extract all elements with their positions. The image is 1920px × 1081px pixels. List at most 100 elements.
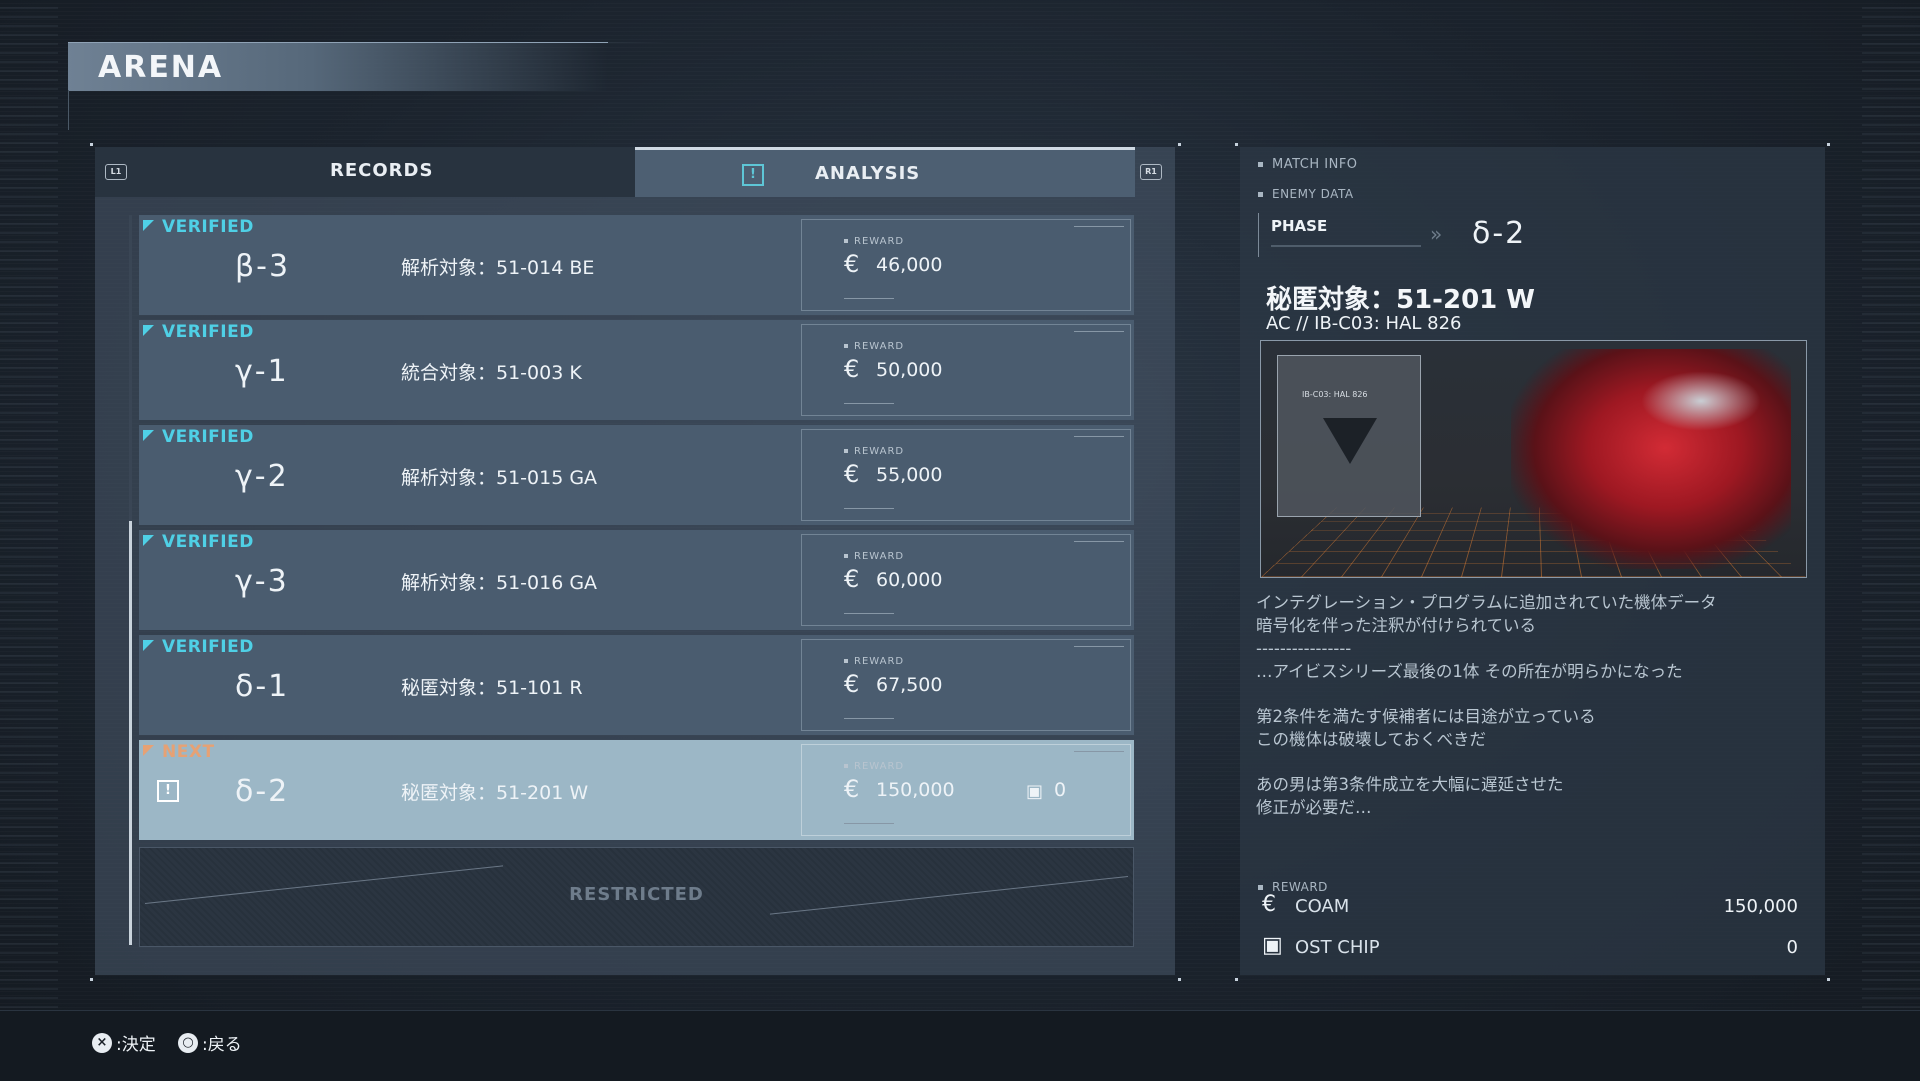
reward-amount: 46,000 — [876, 254, 943, 276]
reward-underline — [844, 403, 894, 404]
mission-code: γ-1 — [235, 354, 289, 389]
description-line: 暗号化を伴った注釈が付けられている — [1256, 616, 1537, 635]
reward-label: REWARD — [844, 761, 904, 772]
reward-box: REWARD € 67,500 — [801, 639, 1131, 731]
enemy-data-label: ENEMY DATA — [1258, 187, 1354, 201]
status-triangle-icon — [143, 535, 154, 546]
enemy-subtitle: AC // IB-C03: HAL 826 — [1266, 313, 1462, 334]
description-line: この機体は破壊しておくべきだ — [1256, 730, 1487, 749]
enemy-name: 秘匿対象：51-201 W — [1266, 285, 1535, 315]
reward-name: COAM — [1295, 896, 1350, 917]
enemy-description: インテグレーション・プログラムに追加されていた機体データ 暗号化を伴った注釈が付… — [1256, 591, 1816, 819]
back-label: :戻る — [202, 1035, 242, 1055]
status-badge: VERIFIED — [143, 427, 254, 447]
circle-button-icon: ○ — [178, 1032, 198, 1053]
reward-underline — [844, 823, 894, 824]
status-triangle-icon — [143, 220, 154, 231]
title-bar: ARENA — [68, 42, 608, 91]
cross-button-icon: × — [92, 1032, 112, 1053]
status-text: VERIFIED — [162, 217, 254, 237]
reward-deco-line — [1074, 751, 1124, 752]
emblem-text: IB-C03: HAL 826 — [1302, 390, 1368, 399]
confirm-label: :決定 — [116, 1035, 156, 1055]
status-badge: VERIFIED — [143, 637, 254, 657]
description-line: あの男は第3条件成立を大幅に遅延させた — [1256, 775, 1564, 794]
corner-marker — [1827, 143, 1830, 146]
mission-list-panel: L1 RECORDS ! ANALYSIS R1 VERIFIED β-3 解析… — [95, 147, 1175, 975]
reward-deco-line — [1074, 436, 1124, 437]
status-badge: VERIFIED — [143, 217, 254, 237]
emblem-panel: IB-C03: HAL 826 — [1277, 355, 1421, 517]
reward-deco-line — [1074, 226, 1124, 227]
chip-icon: ▣ — [1262, 933, 1283, 958]
reward-deco-line — [1074, 541, 1124, 542]
reward-box: REWARD € 55,000 — [801, 429, 1131, 521]
footer-bar — [0, 1010, 1920, 1081]
mission-target: 解析対象：51-016 GA — [401, 572, 598, 594]
reward-underline — [844, 613, 894, 614]
reward-label: REWARD — [844, 551, 904, 562]
reward-box: REWARD € 46,000 — [801, 219, 1131, 311]
description-line: 修正が必要だ… — [1256, 798, 1372, 817]
mission-row-gamma-1[interactable]: VERIFIED γ-1 統合対象：51-003 K REWARD € 50,0… — [139, 320, 1134, 420]
corner-marker — [1235, 978, 1238, 981]
right-edge-decoration — [1862, 0, 1920, 1080]
match-info-label: MATCH INFO — [1258, 157, 1358, 172]
corner-marker — [90, 143, 93, 146]
r1-button-icon: R1 — [1140, 164, 1162, 180]
description-line: ---------------- — [1256, 639, 1352, 658]
reward-amount: 50,000 — [876, 359, 943, 381]
reward-value: 150,000 — [1723, 896, 1798, 917]
status-badge: VERIFIED — [143, 322, 254, 342]
mission-code: δ-1 — [235, 669, 290, 704]
status-text: VERIFIED — [162, 637, 254, 657]
phase-value: δ-2 — [1472, 216, 1527, 251]
mission-row-gamma-2[interactable]: VERIFIED γ-2 解析対象：51-015 GA REWARD € 55,… — [139, 425, 1134, 525]
reward-box: REWARD € 150,000 ▣ 0 — [801, 744, 1131, 836]
reward-deco-line — [1074, 331, 1124, 332]
status-text: VERIFIED — [162, 532, 254, 552]
mech-highlight — [1641, 371, 1761, 431]
mission-row-delta-1[interactable]: VERIFIED δ-1 秘匿対象：51-101 R REWARD € 67,5… — [139, 635, 1134, 735]
title-divider — [68, 90, 69, 130]
page-title: ARENA — [98, 50, 224, 85]
description-line: 第2条件を満たす候補者には目途が立っている — [1256, 707, 1596, 726]
reward-underline — [844, 508, 894, 509]
mission-code: δ-2 — [235, 774, 290, 809]
status-triangle-icon — [143, 745, 154, 756]
mission-row-gamma-3[interactable]: VERIFIED γ-3 解析対象：51-016 GA REWARD € 60,… — [139, 530, 1134, 630]
scrollbar-thumb[interactable] — [129, 521, 132, 945]
alert-icon: ! — [742, 164, 764, 186]
status-text: VERIFIED — [162, 427, 254, 447]
description-gap — [1256, 683, 1816, 705]
corner-marker — [1235, 143, 1238, 146]
match-info-panel: MATCH INFO ENEMY DATA PHASE » δ-2 秘匿対象：5… — [1240, 147, 1825, 975]
status-triangle-icon — [143, 325, 154, 336]
reward-label: REWARD — [844, 656, 904, 667]
restricted-label: RESTRICTED — [569, 884, 704, 905]
mission-target: 秘匿対象：51-201 W — [401, 782, 589, 804]
status-text: NEXT — [162, 742, 215, 762]
mission-code: γ-2 — [235, 459, 289, 494]
mission-code: γ-3 — [235, 564, 289, 599]
back-hint[interactable]: ○ :戻る — [178, 1030, 242, 1055]
reward-line-ost-chip: ▣ OST CHIP 0 — [1258, 933, 1798, 963]
coam-currency-icon: € — [844, 355, 860, 383]
tab-analysis-label: ANALYSIS — [815, 163, 921, 184]
mission-row-beta-3[interactable]: VERIFIED β-3 解析対象：51-014 BE REWARD € 46,… — [139, 215, 1134, 315]
reward-name: OST CHIP — [1295, 937, 1380, 958]
tab-analysis[interactable]: ! ANALYSIS — [635, 147, 1135, 197]
mission-row-delta-2-selected[interactable]: NEXT ! δ-2 秘匿対象：51-201 W REWARD € 150,00… — [139, 740, 1134, 840]
reward-box: REWARD € 50,000 — [801, 324, 1131, 416]
alert-icon: ! — [157, 780, 179, 802]
emblem-triangle-icon — [1323, 418, 1377, 464]
reward-label: REWARD — [844, 446, 904, 457]
corner-marker — [1178, 143, 1181, 146]
reward-box: REWARD € 60,000 — [801, 534, 1131, 626]
tab-records[interactable]: L1 RECORDS — [95, 147, 635, 197]
l1-button-icon: L1 — [105, 164, 127, 180]
confirm-hint[interactable]: × :決定 — [92, 1030, 156, 1055]
chip-amount: 0 — [1054, 779, 1067, 801]
phase-box: PHASE — [1258, 213, 1439, 257]
corner-marker — [90, 978, 93, 981]
